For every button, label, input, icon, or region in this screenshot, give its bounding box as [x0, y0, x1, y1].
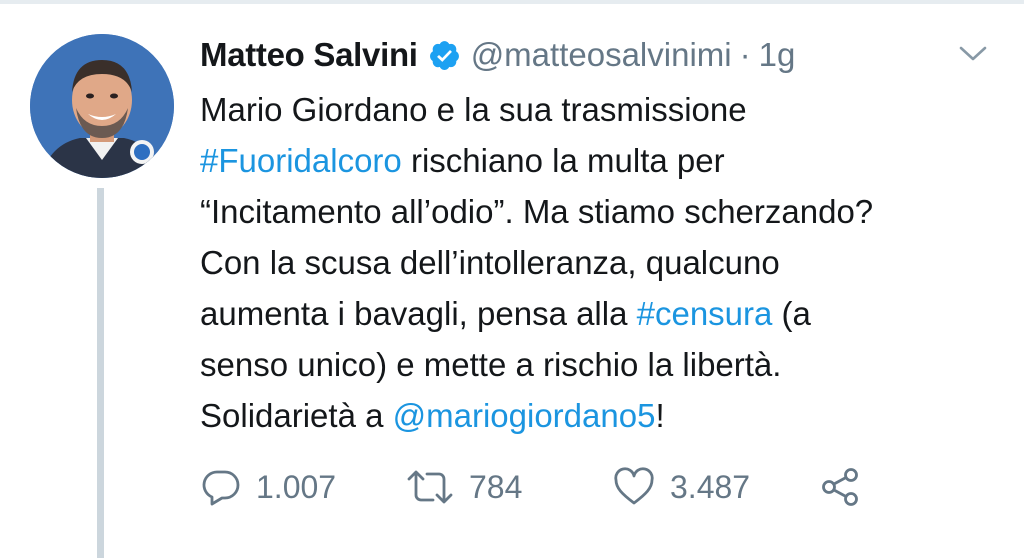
retweet-icon: [407, 470, 453, 504]
like-count: 3.487: [670, 468, 751, 505]
tweet-text-line: aumenta i bavagli, pensa alla #censura (…: [200, 288, 1010, 339]
tweet-text-line: “Incitamento all’odio”. Ma stiamo scherz…: [200, 193, 874, 230]
tweet-text: Mario Giordano e la sua trasmissione #Fu…: [200, 84, 1010, 441]
user-handle[interactable]: @matteosalvinimi: [471, 36, 732, 74]
retweet-button[interactable]: 784: [405, 462, 522, 512]
top-divider: [0, 0, 1024, 4]
tweet-text-fragment: (a: [772, 295, 811, 332]
share-button[interactable]: [818, 462, 862, 512]
display-name[interactable]: Matteo Salvini: [200, 36, 418, 74]
reply-bubble-icon: [202, 470, 240, 506]
chevron-down-icon[interactable]: [955, 38, 991, 68]
mention-link[interactable]: @mariogiordano5: [393, 397, 656, 434]
hashtag-link[interactable]: #Fuoridalcoro: [200, 142, 402, 179]
tweet-text-line: Mario Giordano e la sua trasmissione: [200, 91, 747, 128]
header-separator: ·: [739, 36, 751, 73]
like-button[interactable]: 3.487: [612, 462, 750, 512]
verified-badge-icon: [428, 39, 461, 72]
tweet-text-fragment: rischiano la multa per: [401, 142, 725, 179]
tweet-text-fragment: !: [655, 397, 665, 434]
heart-icon: [614, 467, 654, 505]
avatar[interactable]: [30, 34, 174, 178]
tweet-text-line: senso unico) e mette a rischio la libert…: [200, 346, 782, 383]
tweet-text-line: Solidarietà a @mariogiordano5!: [200, 390, 1010, 441]
tweet-text-fragment: aumenta i bavagli, pensa alla: [200, 295, 637, 332]
avatar-image: [30, 34, 174, 178]
tweet-header: Matteo Salvini @matteosalvinimi · 1g: [200, 30, 795, 80]
tweet-timestamp[interactable]: 1g: [759, 36, 796, 74]
tweet-text-fragment: Solidarietà a: [200, 397, 393, 434]
tweet-text-line: Con la scusa dell’intolleranza, qualcuno: [200, 244, 780, 281]
thread-line: [97, 188, 104, 558]
hashtag-link[interactable]: #censura: [637, 295, 773, 332]
tweet[interactable]: Matteo Salvini @matteosalvinimi · 1g Mar…: [0, 0, 1024, 558]
reply-button[interactable]: 1.007: [200, 462, 336, 512]
share-icon: [822, 468, 858, 506]
retweet-count: 784: [469, 468, 523, 505]
reply-count: 1.007: [256, 468, 337, 505]
tweet-text-line: #Fuoridalcoro rischiano la multa per: [200, 135, 1010, 186]
tweet-actions: 1.007 784 3.487: [200, 462, 880, 512]
